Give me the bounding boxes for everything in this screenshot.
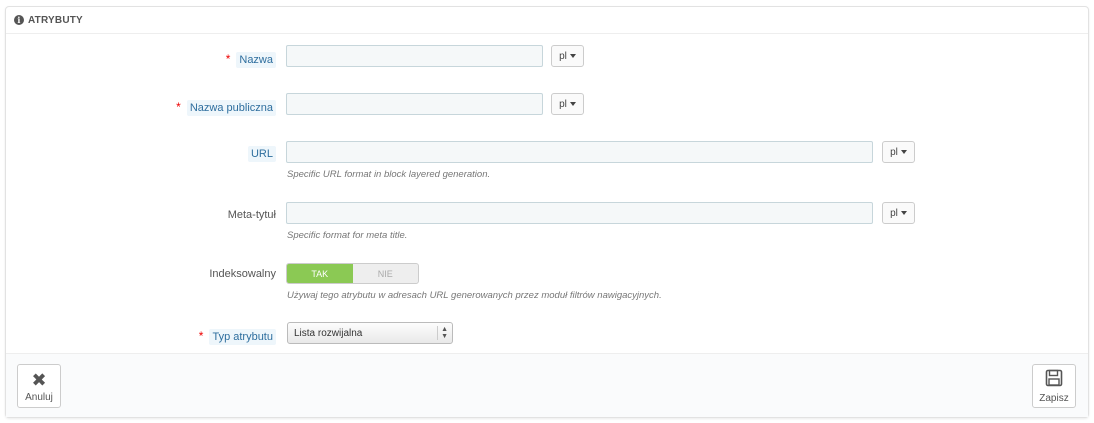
select-arrows-icon: ▲ ▼ (441, 326, 448, 340)
indexable-help-text: Używaj tego atrybutu w adresach URL gene… (287, 290, 662, 301)
indexable-no-option[interactable]: NIE (353, 264, 419, 283)
indexable-switch[interactable]: TAK NIE (286, 263, 419, 284)
panel-heading: i ATRYBUTY (6, 7, 1088, 34)
indexable-label: Indeksowalny (209, 268, 276, 280)
caret-down-icon (569, 102, 576, 106)
public-name-label: * Nazwa publiczna (176, 100, 276, 116)
url-lang-dropdown[interactable]: pl (882, 141, 915, 163)
attributes-panel: i ATRYBUTY * Nazwa pl * Nazwa publiczna pl… (5, 6, 1089, 418)
required-mark: * (225, 52, 231, 66)
attr-type-select[interactable]: Lista rozwijalna ▲ ▼ (287, 322, 453, 344)
required-mark: * (176, 100, 181, 114)
name-label: * Nazwa (225, 52, 276, 68)
caret-down-icon (900, 211, 907, 215)
floppy-disk-icon (1045, 369, 1063, 386)
meta-title-help-text: Specific format for meta title. (287, 230, 408, 241)
caret-down-icon (569, 54, 576, 58)
meta-title-input[interactable] (286, 202, 873, 224)
name-lang-dropdown[interactable]: pl (551, 45, 584, 67)
cancel-button[interactable]: ✖ Anuluj (17, 364, 61, 408)
attr-type-label: * Typ atrybutu (198, 329, 276, 345)
name-input[interactable] (286, 45, 543, 67)
public-name-input[interactable] (286, 93, 543, 115)
meta-title-lang-dropdown[interactable]: pl (882, 202, 915, 224)
url-help-text: Specific URL format in block layered gen… (287, 169, 491, 180)
panel-footer: ✖ Anuluj Zapisz (6, 353, 1088, 417)
save-button[interactable]: Zapisz (1032, 364, 1076, 408)
meta-title-label: Meta-tytuł (227, 209, 276, 221)
required-mark: * (198, 329, 204, 343)
panel-title: ATRYBUTY (28, 14, 83, 26)
url-label: URL (247, 146, 276, 162)
info-icon: i (14, 15, 24, 25)
close-icon: ✖ (31, 369, 47, 390)
indexable-yes-option[interactable]: TAK (287, 264, 353, 283)
caret-down-icon (900, 150, 907, 154)
save-icon (1045, 369, 1063, 391)
public-name-lang-dropdown[interactable]: pl (551, 93, 584, 115)
url-input[interactable] (286, 141, 873, 163)
